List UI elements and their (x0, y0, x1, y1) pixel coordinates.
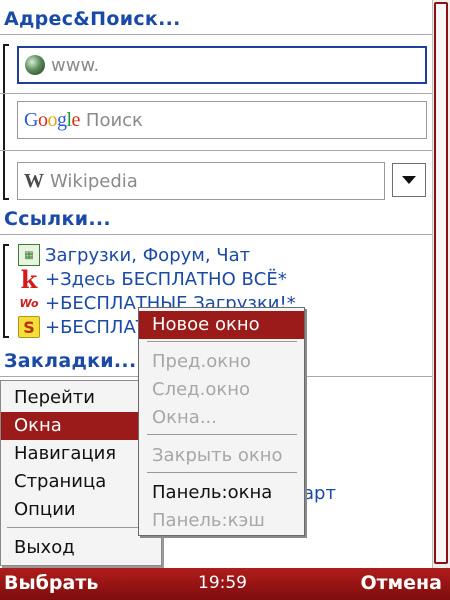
submenu-item-windows-list: Окна... (152, 407, 218, 428)
cancel-softkey[interactable]: Отмена (360, 572, 442, 594)
link-item[interactable]: ▦ Загрузки, Форум, Чат (18, 243, 250, 267)
section-divider (0, 234, 432, 235)
menu-item-navigation[interactable]: Навигация (1, 440, 161, 468)
globe-icon (25, 55, 45, 75)
menu-separator (7, 527, 157, 528)
address-placeholder: www. (51, 54, 100, 76)
s-logo-icon: S (18, 316, 40, 338)
vertical-scrollbar[interactable] (432, 0, 450, 568)
k-logo-icon: k (20, 264, 38, 294)
wikipedia-logo-icon: W (24, 169, 44, 192)
address-input[interactable]: www. (17, 46, 427, 84)
google-placeholder: Поиск (85, 109, 143, 131)
windows-submenu: Новое окно Пред.окно След.окно Окна... З… (138, 307, 305, 536)
clock: 19:59 (198, 573, 247, 593)
wikipedia-placeholder: Wikipedia (50, 170, 138, 192)
menu-item-exit[interactable]: Выход (1, 534, 161, 562)
scrollbar-thumb[interactable] (434, 2, 448, 564)
link-item[interactable]: k +Здесь БЕСПЛАТНО ВСЁ* (18, 264, 287, 294)
submenu-item-new-window[interactable]: Новое окно (139, 311, 304, 339)
submenu-item-prev-window: Пред.окно (152, 351, 251, 372)
google-logo-icon: Google (24, 108, 80, 131)
link-label: +Здесь БЕСПЛАТНО ВСЁ* (45, 268, 287, 290)
menu-item-go[interactable]: Перейти (1, 384, 161, 412)
menu-separator (147, 341, 297, 342)
downloads-grid-icon: ▦ (18, 244, 40, 266)
submenu-item-panel-cache: Панель:кэш (152, 510, 265, 531)
address-search-title[interactable]: Адрес&Поиск... (4, 8, 181, 30)
bookmark-item-partial[interactable]: арт (303, 483, 336, 504)
google-search-input[interactable]: Google Поиск (17, 101, 427, 139)
select-softkey[interactable]: Выбрать (4, 572, 98, 594)
menu-item-page[interactable]: Страница (1, 468, 161, 496)
group-bracket (3, 244, 9, 338)
section-divider (0, 34, 432, 35)
search-engine-dropdown-button[interactable] (392, 163, 426, 197)
menu-item-windows[interactable]: Окна (1, 412, 161, 440)
menu-separator (147, 472, 297, 473)
submenu-item-close-window: Закрыть окно (152, 445, 283, 466)
links-title[interactable]: Ссылки... (4, 208, 111, 230)
field-divider (0, 93, 432, 94)
submenu-item-next-window: След.окно (152, 379, 250, 400)
group-bracket (3, 44, 9, 200)
bookmarks-title[interactable]: Закладки... (4, 350, 136, 372)
wikipedia-search-input[interactable]: W Wikipedia (17, 162, 385, 200)
softkey-bar: Выбрать 19:59 Отмена (0, 568, 450, 600)
menu-separator (147, 434, 297, 435)
submenu-item-panel-windows[interactable]: Панель:окна (139, 479, 304, 507)
chevron-down-icon (402, 176, 416, 184)
wap-logo-icon: Wo (19, 296, 39, 310)
link-label: Загрузки, Форум, Чат (45, 244, 251, 266)
field-divider (0, 150, 432, 151)
menu-item-options[interactable]: Опции (1, 496, 161, 524)
